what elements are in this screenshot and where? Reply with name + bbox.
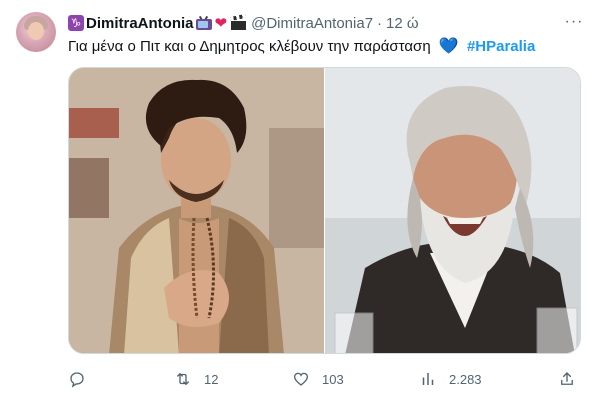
views-button[interactable]: 2.283 [419,370,482,388]
share-button[interactable] [558,370,576,388]
clapper-board-icon [230,13,247,30]
capricorn-icon: ♑ [68,15,84,31]
reply-button[interactable] [68,370,98,388]
like-button[interactable]: 103 [292,370,344,388]
share-icon [561,372,573,385]
tweet-text: Για μένα ο Πιτ και ο Δημητρος κλέβουν τη… [68,36,582,57]
tv-icon [195,15,213,30]
tweet-actions: 12 103 2.283 [68,366,582,392]
author-handle[interactable]: @DimitraAntonia7 [251,15,373,32]
blue-heart-icon: 💙 [438,36,459,55]
hashtag-link[interactable]: #HParalia [467,38,535,55]
tweet-media[interactable] [68,67,581,354]
avatar-face [28,22,44,40]
tweet-header: ♑ DimitraAntonia ❤ @DimitraAntonia7 · 12… [68,12,582,34]
photo-old-man-smiling[interactable] [324,68,580,353]
retweet-button[interactable]: 12 [174,370,218,388]
old-man-illustration [324,68,580,353]
avatar[interactable] [16,12,56,52]
retweet-count: 12 [204,371,219,387]
young-man-illustration [69,68,324,353]
author-name[interactable]: DimitraAntonia [86,15,194,32]
views-count: 2.283 [449,371,482,387]
more-options-icon[interactable]: ··· [564,12,584,32]
red-heart-icon: ❤ [214,14,228,32]
separator-dot: · [377,14,383,32]
analytics-icon [422,373,434,385]
tweet[interactable]: ♑ DimitraAntonia ❤ @DimitraAntonia7 · 12… [0,0,598,400]
tweet-timestamp[interactable]: 12 ώ [386,15,419,32]
like-count: 103 [322,371,344,387]
retweet-icon [177,372,189,386]
photo-young-man-clapping[interactable] [69,68,324,353]
tweet-text-body: Για μένα ο Πιτ και ο Δημητρος κλέβουν τη… [68,38,431,55]
reply-icon [70,372,84,388]
heart-outline-icon [293,372,309,386]
